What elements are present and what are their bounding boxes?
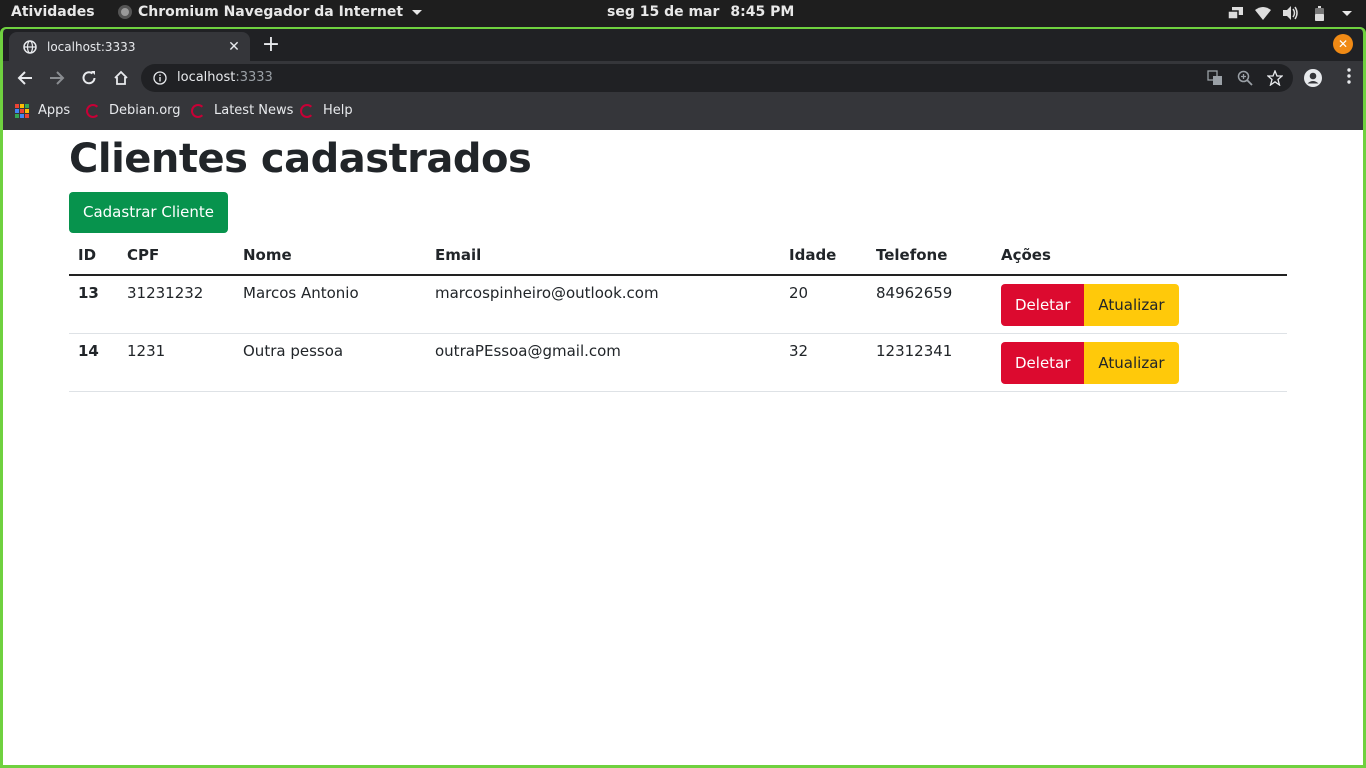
- bookmark-label: Help: [323, 103, 353, 118]
- cell-actions: Deletar Atualizar: [992, 333, 1287, 392]
- reload-icon[interactable]: [77, 66, 101, 90]
- cell-email: marcospinheiro@outlook.com: [426, 275, 780, 334]
- cell-id: 13: [69, 275, 118, 334]
- forward-icon[interactable]: [45, 66, 69, 90]
- delete-button[interactable]: Deletar: [1001, 341, 1085, 384]
- cell-nome: Outra pessoa: [234, 333, 426, 392]
- cell-id: 14: [69, 333, 118, 392]
- bookmark-label: Apps: [38, 103, 71, 118]
- profile-avatar-icon[interactable]: [1303, 68, 1323, 92]
- window-close-button[interactable]: ✕: [1333, 34, 1353, 54]
- tab-title: localhost:3333: [47, 39, 136, 54]
- app-menu[interactable]: Chromium Navegador da Internet: [118, 4, 423, 20]
- column-header-idade: Idade: [780, 236, 867, 276]
- page-content: Clientes cadastrados Cadastrar Cliente I…: [3, 130, 1363, 765]
- system-top-bar: Atividades Chromium Navegador da Interne…: [0, 0, 1366, 27]
- browser-toolbar: localhost:3333: [3, 61, 1363, 94]
- bookmark-label: Latest News: [214, 103, 294, 118]
- column-header-telefone: Telefone: [867, 236, 992, 276]
- cell-telefone: 84962659: [867, 275, 992, 334]
- volume-icon[interactable]: [1283, 5, 1299, 21]
- cell-idade: 32: [780, 333, 867, 392]
- home-icon[interactable]: [109, 66, 133, 90]
- info-icon[interactable]: [153, 71, 167, 89]
- cell-idade: 20: [780, 275, 867, 334]
- cell-cpf: 1231: [118, 333, 234, 392]
- apps-grid-icon: [15, 103, 29, 118]
- url-port: :3333: [235, 70, 273, 85]
- clock-time: 8:45 PM: [730, 4, 795, 20]
- zoom-icon[interactable]: [1237, 70, 1253, 90]
- update-button[interactable]: Atualizar: [1084, 341, 1179, 384]
- cell-telefone: 12312341: [867, 333, 992, 392]
- translate-icon[interactable]: [1207, 70, 1223, 90]
- table-row: 14 1231 Outra pessoa outraPEssoa@gmail.c…: [69, 333, 1287, 392]
- bookmarks-bar: Apps Debian.org Latest News Help: [3, 94, 1363, 130]
- globe-icon: [23, 39, 37, 54]
- delete-button[interactable]: Deletar: [1001, 284, 1085, 326]
- bookmark-debian[interactable]: Debian.org: [86, 103, 181, 118]
- debian-icon: [300, 103, 314, 118]
- tab-strip: localhost:3333 ✕ + ✕: [3, 29, 1363, 61]
- chromium-icon: [118, 5, 132, 19]
- bookmark-label: Debian.org: [109, 103, 181, 118]
- table-row: 13 31231232 Marcos Antonio marcospinheir…: [69, 275, 1287, 334]
- clients-table: ID CPF Nome Email Idade Telefone Ações 1…: [69, 236, 1287, 392]
- app-menu-label: Chromium Navegador da Internet: [138, 4, 404, 20]
- column-header-email: Email: [426, 236, 780, 276]
- debian-icon: [86, 103, 100, 118]
- chevron-down-icon: [412, 9, 423, 15]
- tab-close-icon[interactable]: ✕: [226, 39, 242, 55]
- debian-icon: [191, 103, 205, 118]
- column-header-acoes: Ações: [992, 236, 1287, 276]
- cell-nome: Marcos Antonio: [234, 275, 426, 334]
- browser-window: localhost:3333 ✕ + ✕ localhost:3333 Apps…: [0, 27, 1366, 768]
- table-header-row: ID CPF Nome Email Idade Telefone Ações: [69, 236, 1287, 276]
- url-text: localhost:3333: [177, 70, 273, 85]
- new-tab-button[interactable]: +: [260, 34, 282, 56]
- window-switch-icon[interactable]: [1227, 5, 1243, 21]
- column-header-cpf: CPF: [118, 236, 234, 276]
- system-tray[interactable]: [1227, 5, 1352, 21]
- page-title: Clientes cadastrados: [69, 136, 532, 182]
- clock[interactable]: seg 15 de mar 8:45 PM: [607, 4, 794, 20]
- chevron-down-icon[interactable]: [1342, 10, 1352, 16]
- tab-localhost[interactable]: localhost:3333 ✕: [9, 32, 250, 61]
- wifi-icon[interactable]: [1255, 5, 1271, 21]
- address-bar[interactable]: localhost:3333: [141, 64, 1293, 92]
- register-client-button[interactable]: Cadastrar Cliente: [69, 192, 229, 233]
- clock-date: seg 15 de mar: [607, 4, 720, 20]
- url-host: localhost: [177, 70, 236, 85]
- cell-actions: Deletar Atualizar: [992, 275, 1287, 334]
- bookmark-apps[interactable]: Apps: [15, 103, 70, 118]
- activities-button[interactable]: Atividades: [11, 4, 95, 20]
- bookmark-help[interactable]: Help: [300, 103, 353, 118]
- back-icon[interactable]: [13, 66, 37, 90]
- cell-cpf: 31231232: [118, 275, 234, 334]
- column-header-id: ID: [69, 236, 118, 276]
- update-button[interactable]: Atualizar: [1084, 284, 1179, 326]
- battery-icon[interactable]: [1311, 5, 1327, 21]
- menu-dots-icon[interactable]: [1347, 68, 1351, 88]
- column-header-nome: Nome: [234, 236, 426, 276]
- cell-email: outraPEssoa@gmail.com: [426, 333, 780, 392]
- bookmark-latest-news[interactable]: Latest News: [191, 103, 293, 118]
- bookmark-star-icon[interactable]: [1266, 69, 1284, 90]
